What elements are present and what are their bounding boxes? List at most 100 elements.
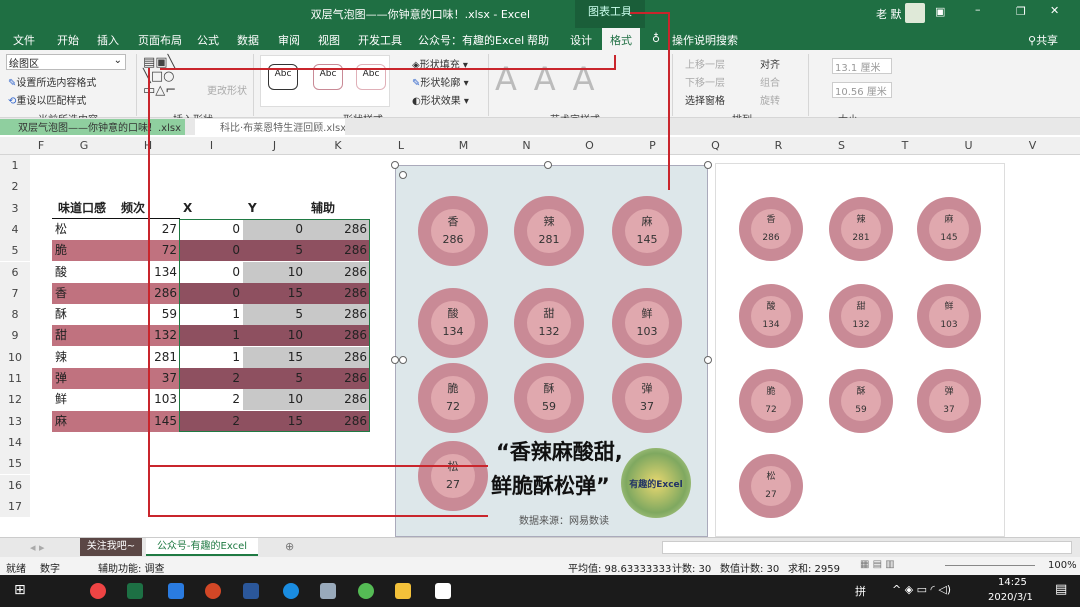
row-header[interactable]: 16 xyxy=(0,475,30,496)
tab-formulas[interactable]: 公式 xyxy=(197,32,219,48)
restore-button[interactable]: ❐ xyxy=(1016,5,1026,18)
tab-file[interactable]: 文件 xyxy=(13,32,35,48)
accessibility-status[interactable]: 辅助功能: 调查 xyxy=(98,560,165,575)
sheet-scroll-arrows[interactable]: ◂ ▸ xyxy=(30,541,45,554)
table-cell-name[interactable]: 酸 xyxy=(52,262,116,283)
row-header[interactable]: 4 xyxy=(0,219,30,240)
resize-handle[interactable] xyxy=(704,161,712,169)
tab-page-layout[interactable]: 页面布局 xyxy=(138,32,182,48)
user-avatar[interactable] xyxy=(905,3,925,23)
bubble-香[interactable]: 香286 xyxy=(418,196,488,266)
horizontal-scrollbar[interactable] xyxy=(662,541,1072,554)
row-header[interactable]: 2 xyxy=(0,176,30,197)
selection-pane-button[interactable]: 选择窗格 xyxy=(685,92,725,107)
column-header[interactable]: V xyxy=(1000,139,1065,152)
align-button[interactable]: 对齐 xyxy=(760,56,780,71)
tab-format[interactable]: 格式 xyxy=(602,28,640,50)
bubble-chart-selected[interactable]: 香286辣281麻145酸134甜132鲜103脆72酥59弹37松27 “香辣… xyxy=(395,165,708,537)
table-cell-name[interactable]: 鲜 xyxy=(52,389,116,410)
windows-start-icon[interactable]: ⊞ xyxy=(14,582,26,598)
tab-review[interactable]: 审阅 xyxy=(278,32,300,48)
close-button[interactable]: ✕ xyxy=(1050,4,1059,17)
tab-official-account[interactable]: 公众号：有趣的Excel xyxy=(418,32,524,48)
sheet-tab-active[interactable]: 公众号-有趣的Excel xyxy=(146,538,258,556)
zoom-slider[interactable] xyxy=(945,565,1035,566)
rotate-button[interactable]: 旋转 xyxy=(760,92,780,107)
row-header[interactable]: 10 xyxy=(0,347,30,368)
bubble-弹[interactable]: 弹37 xyxy=(612,363,682,433)
bubble-脆[interactable]: 脆72 xyxy=(418,363,488,433)
app-icon[interactable] xyxy=(435,583,451,599)
row-header[interactable]: 6 xyxy=(0,262,30,283)
column-header[interactable]: O xyxy=(558,139,621,152)
bubble-酸[interactable]: 酸134 xyxy=(418,288,488,358)
column-header[interactable]: L xyxy=(370,139,432,152)
width-input[interactable]: 10.56 厘米 xyxy=(832,82,892,98)
table-cell-name[interactable]: 香 xyxy=(52,283,116,304)
row-header[interactable]: 5 xyxy=(0,240,30,261)
view-buttons[interactable]: ▦ ▤ ▥ xyxy=(860,559,895,570)
bubble-酥[interactable]: 酥59 xyxy=(829,369,893,433)
bubble-脆[interactable]: 脆72 xyxy=(739,369,803,433)
bubble-麻[interactable]: 麻145 xyxy=(612,196,682,266)
column-header[interactable]: Q xyxy=(684,139,747,152)
row-header[interactable]: 3 xyxy=(0,198,30,219)
row-header[interactable]: 17 xyxy=(0,496,30,517)
sheet-tab[interactable]: 关注我吧~ xyxy=(80,538,142,556)
reset-style-button[interactable]: ⟲重设以匹配样式 xyxy=(8,92,86,107)
row-header[interactable]: 14 xyxy=(0,432,30,453)
tab-help[interactable]: 帮助 xyxy=(527,32,549,48)
row-header[interactable]: 15 xyxy=(0,453,30,474)
powerpoint-icon[interactable] xyxy=(205,583,221,599)
word-icon[interactable] xyxy=(243,583,259,599)
resize-handle[interactable] xyxy=(704,356,712,364)
column-header[interactable]: F xyxy=(30,139,52,152)
row-header[interactable]: 11 xyxy=(0,368,30,389)
row-header[interactable]: 1 xyxy=(0,155,30,176)
column-header[interactable]: R xyxy=(747,139,810,152)
table-cell-name[interactable]: 甜 xyxy=(52,325,116,346)
wechat-icon[interactable] xyxy=(358,583,374,599)
send-backward-button[interactable]: 下移一层 xyxy=(685,74,725,89)
table-cell-name[interactable]: 酥 xyxy=(52,304,116,325)
table-cell-name[interactable]: 弹 xyxy=(52,368,116,389)
table-cell-name[interactable]: 辣 xyxy=(52,347,116,368)
tab-data[interactable]: 数据 xyxy=(237,32,259,48)
column-header[interactable]: K xyxy=(306,139,370,152)
bubble-鲜[interactable]: 鲜103 xyxy=(612,288,682,358)
notification-icon[interactable]: ▤ xyxy=(1055,582,1067,597)
table-cell-name[interactable]: 脆 xyxy=(52,240,116,261)
resize-handle[interactable] xyxy=(399,356,407,364)
tab-design[interactable]: 设计 xyxy=(570,32,592,48)
bubble-酸[interactable]: 酸134 xyxy=(739,284,803,348)
column-header[interactable]: M xyxy=(432,139,495,152)
bubble-香[interactable]: 香286 xyxy=(739,197,803,261)
column-header[interactable]: G xyxy=(52,139,116,152)
share-button[interactable]: ⚲共享 xyxy=(1028,32,1058,48)
file-explorer-icon[interactable] xyxy=(395,583,411,599)
table-cell-name[interactable]: 麻 xyxy=(52,411,116,432)
row-header[interactable]: 12 xyxy=(0,389,30,410)
row-header[interactable]: 8 xyxy=(0,304,30,325)
column-header[interactable]: S xyxy=(810,139,873,152)
wordart-gallery[interactable]: AAA xyxy=(495,60,610,98)
bubble-麻[interactable]: 麻145 xyxy=(917,197,981,261)
row-header[interactable]: 9 xyxy=(0,325,30,346)
ribbon-display-icon[interactable]: ▣ xyxy=(935,5,945,18)
bubble-松[interactable]: 松27 xyxy=(418,441,488,511)
row-header[interactable]: 13 xyxy=(0,411,30,432)
shapes-gallery[interactable]: ▤▣╲╲□○▭△⌐ xyxy=(143,56,193,100)
column-header[interactable]: T xyxy=(873,139,937,152)
table-cell-name[interactable]: 松 xyxy=(52,219,116,240)
group-button[interactable]: 组合 xyxy=(760,74,780,89)
shape-effects-button[interactable]: ◐形状效果 ▾ xyxy=(412,92,469,107)
tab-home[interactable]: 开始 xyxy=(57,32,79,48)
resize-handle[interactable] xyxy=(391,356,399,364)
column-header[interactable]: P xyxy=(621,139,684,152)
browser-icon[interactable] xyxy=(283,583,299,599)
resize-handle[interactable] xyxy=(544,161,552,169)
resize-handle[interactable] xyxy=(399,171,407,179)
format-selection-button[interactable]: ✎设置所选内容格式 xyxy=(8,74,96,89)
row-header[interactable]: 7 xyxy=(0,283,30,304)
bubble-松[interactable]: 松27 xyxy=(739,454,803,518)
